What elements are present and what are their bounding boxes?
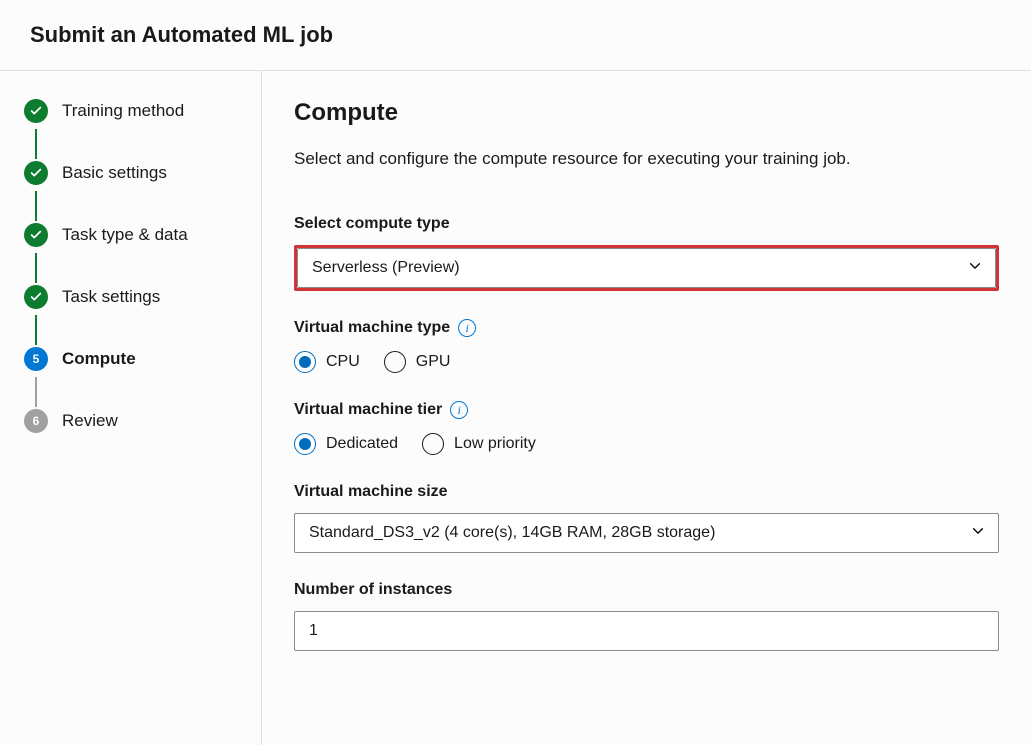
- field-vm-size: Virtual machine size Standard_DS3_v2 (4 …: [294, 483, 999, 553]
- main-content: Compute Select and configure the compute…: [262, 71, 1031, 745]
- field-instances: Number of instances: [294, 581, 999, 651]
- section-title: Compute: [294, 99, 999, 127]
- select-compute-type[interactable]: Serverless (Preview): [297, 248, 996, 288]
- radio-label: GPU: [416, 353, 451, 371]
- step-label: Review: [62, 411, 118, 431]
- select-compute-type-wrapper: Serverless (Preview): [294, 245, 999, 291]
- wizard-sidebar: Training method Basic settings Task type…: [0, 71, 262, 745]
- sidebar-step-training-method[interactable]: Training method: [24, 99, 237, 127]
- step-connector: [35, 191, 37, 221]
- step-connector: [35, 129, 37, 159]
- info-icon[interactable]: i: [450, 401, 468, 419]
- checkmark-icon: [24, 99, 48, 123]
- radio-vm-type-cpu[interactable]: CPU: [294, 351, 360, 373]
- radio-label: Low priority: [454, 435, 536, 453]
- step-connector: [35, 253, 37, 283]
- field-compute-type: Select compute type Serverless (Preview): [294, 215, 999, 291]
- radio-circle-icon: [294, 433, 316, 455]
- field-label-vm-type: Virtual machine type i: [294, 319, 999, 337]
- step-label: Task settings: [62, 287, 160, 307]
- sidebar-step-basic-settings[interactable]: Basic settings: [24, 161, 237, 189]
- field-label-vm-tier: Virtual machine tier i: [294, 401, 999, 419]
- input-instances[interactable]: [294, 611, 999, 651]
- radio-circle-icon: [422, 433, 444, 455]
- radio-vm-tier-dedicated[interactable]: Dedicated: [294, 433, 398, 455]
- radio-group-vm-tier: Dedicated Low priority: [294, 433, 999, 455]
- radio-group-vm-type: CPU GPU: [294, 351, 999, 373]
- radio-label: CPU: [326, 353, 360, 371]
- radio-circle-icon: [294, 351, 316, 373]
- radio-circle-icon: [384, 351, 406, 373]
- checkmark-icon: [24, 223, 48, 247]
- field-label-instances: Number of instances: [294, 581, 999, 599]
- section-description: Select and configure the compute resourc…: [294, 149, 999, 169]
- field-label-compute-type: Select compute type: [294, 215, 999, 233]
- radio-vm-tier-low-priority[interactable]: Low priority: [422, 433, 536, 455]
- step-connector: [35, 377, 37, 407]
- step-label: Compute: [62, 349, 136, 369]
- sidebar-step-review[interactable]: 6 Review: [24, 409, 237, 437]
- step-label: Training method: [62, 101, 184, 121]
- step-label: Task type & data: [62, 225, 188, 245]
- page-header: Submit an Automated ML job: [0, 0, 1031, 71]
- field-label-vm-size: Virtual machine size: [294, 483, 999, 501]
- checkmark-icon: [24, 161, 48, 185]
- sidebar-step-compute[interactable]: 5 Compute: [24, 347, 237, 375]
- content-wrapper: Training method Basic settings Task type…: [0, 71, 1031, 745]
- sidebar-step-task-type-data[interactable]: Task type & data: [24, 223, 237, 251]
- select-vm-size-wrapper: Standard_DS3_v2 (4 core(s), 14GB RAM, 28…: [294, 513, 999, 553]
- radio-label: Dedicated: [326, 435, 398, 453]
- checkmark-icon: [24, 285, 48, 309]
- page-title: Submit an Automated ML job: [30, 22, 1001, 48]
- step-label: Basic settings: [62, 163, 167, 183]
- radio-vm-type-gpu[interactable]: GPU: [384, 351, 451, 373]
- step-number-icon: 6: [24, 409, 48, 433]
- info-icon[interactable]: i: [458, 319, 476, 337]
- select-vm-size[interactable]: Standard_DS3_v2 (4 core(s), 14GB RAM, 28…: [294, 513, 999, 553]
- sidebar-step-task-settings[interactable]: Task settings: [24, 285, 237, 313]
- step-connector: [35, 315, 37, 345]
- step-number-icon: 5: [24, 347, 48, 371]
- field-vm-type: Virtual machine type i CPU GPU: [294, 319, 999, 373]
- field-vm-tier: Virtual machine tier i Dedicated Low pri…: [294, 401, 999, 455]
